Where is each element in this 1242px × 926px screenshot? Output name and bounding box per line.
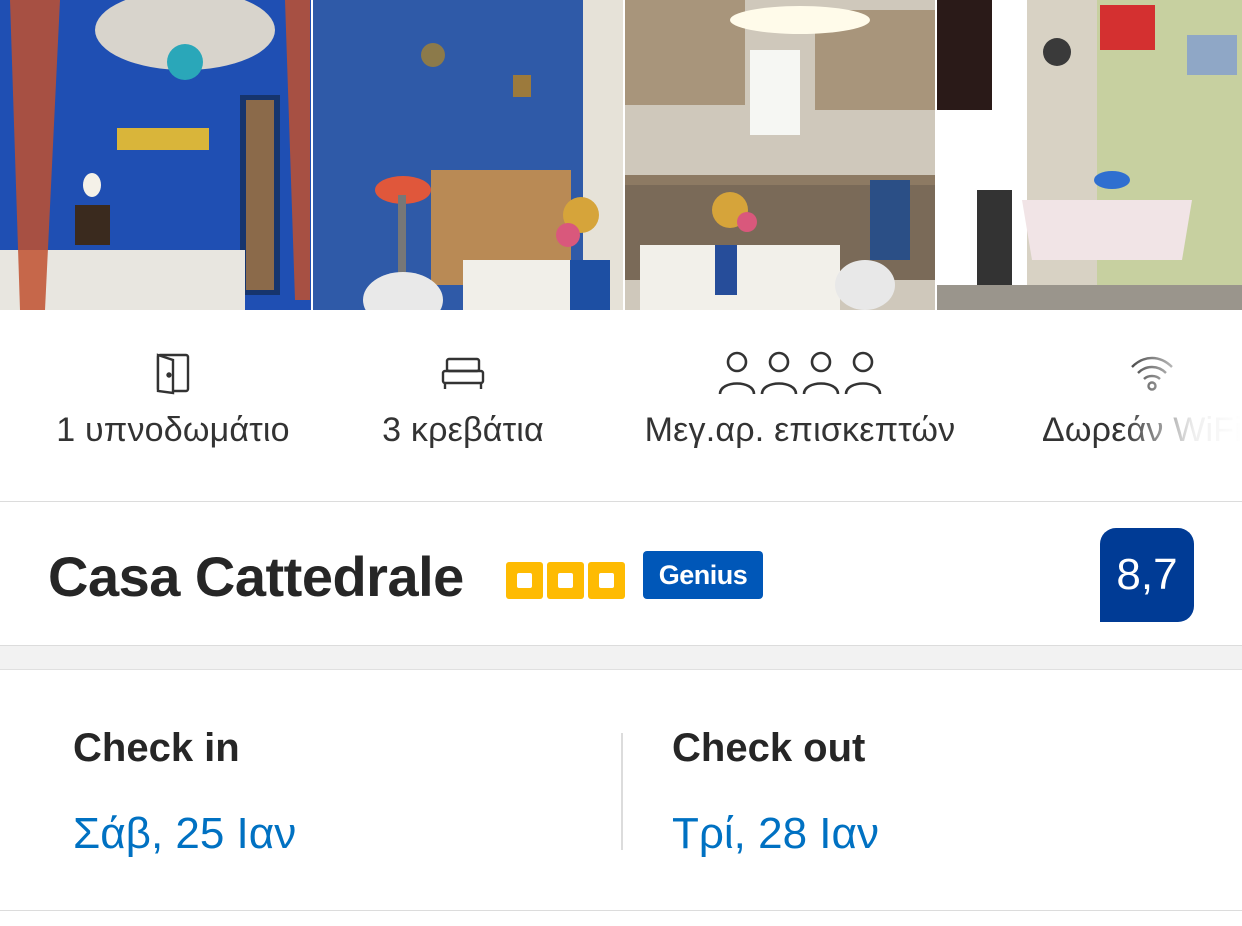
living-room-photo[interactable] <box>313 0 623 310</box>
date-selector[interactable]: Check in Σάβ, 25 Ιαν Check out Τρί, 28 Ι… <box>0 670 1242 910</box>
star-icon <box>506 562 543 599</box>
photo-gallery[interactable] <box>0 0 1242 310</box>
facilities-row[interactable]: 1 υπνοδωμάτιο 3 κρεβάτια Μεγ.αρ. επισκεπ… <box>0 311 1242 501</box>
check-in-label: Check in <box>73 726 240 770</box>
genius-badge[interactable]: Genius <box>643 551 763 599</box>
check-in-date[interactable]: Σάβ, 25 Ιαν <box>73 809 296 859</box>
facility-label: Μεγ.αρ. επισκεπτών <box>644 411 956 449</box>
facility-label: 3 κρεβάτια <box>382 411 544 449</box>
bed-icon <box>368 349 558 397</box>
bedroom-photo[interactable] <box>0 0 311 310</box>
facility-label: 1 υπνοδωμάτιο <box>56 411 290 449</box>
facility-beds: 3 κρεβάτια <box>368 349 558 450</box>
guests-icon <box>628 349 972 397</box>
scroll-fade <box>1122 311 1242 501</box>
facility-max-guests: Μεγ.αρ. επισκεπτών <box>628 349 972 450</box>
check-out-date[interactable]: Τρί, 28 Ιαν <box>672 809 879 859</box>
dining-area-photo[interactable] <box>937 0 1242 310</box>
section-separator <box>0 646 1242 670</box>
divider <box>0 910 1242 911</box>
star-icon <box>588 562 625 599</box>
check-in-field[interactable]: Check in Σάβ, 25 Ιαν <box>73 726 296 859</box>
check-out-field[interactable]: Check out Τρί, 28 Ιαν <box>672 726 879 859</box>
facility-bedrooms: 1 υπνοδωμάτιο <box>48 349 298 450</box>
door-icon <box>48 349 298 397</box>
check-out-label: Check out <box>672 726 866 770</box>
kitchen-photo[interactable] <box>625 0 935 310</box>
star-icon <box>547 562 584 599</box>
star-rating <box>506 562 625 599</box>
review-score-badge[interactable]: 8,7 <box>1100 528 1194 622</box>
date-divider <box>621 733 623 850</box>
property-name: Casa Cattedrale <box>48 545 464 608</box>
